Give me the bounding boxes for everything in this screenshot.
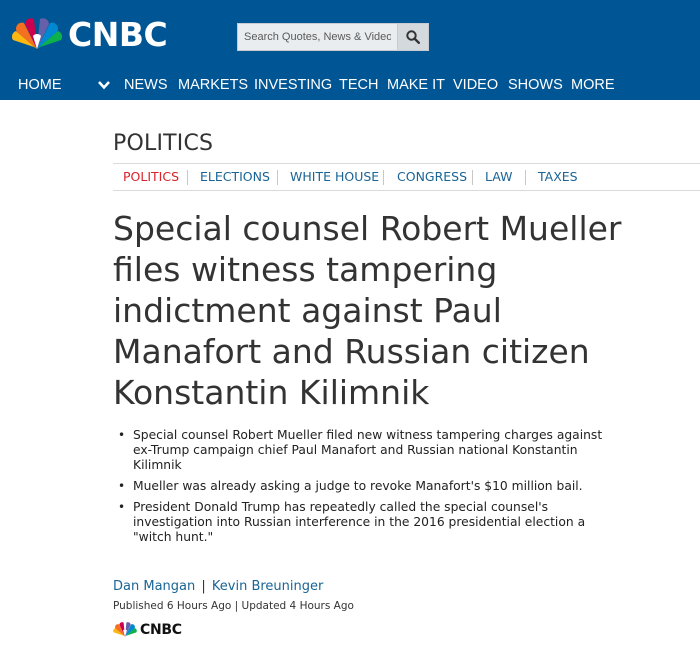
subnav-divider xyxy=(472,170,473,185)
updated-time: Updated 4 Hours Ago xyxy=(241,600,354,612)
key-point-line: President Donald Trump has repeatedly ca… xyxy=(133,500,549,514)
nav-item-news[interactable]: NEWS xyxy=(124,70,168,100)
author-separator: | xyxy=(201,579,206,594)
search-icon xyxy=(406,30,420,44)
nav-item-tech[interactable]: TECH xyxy=(339,70,378,100)
byline: Dan Mangan | Kevin Breuninger xyxy=(113,579,323,594)
nav-item-markets[interactable]: MARKETS xyxy=(178,70,248,100)
site-header: CNBC HOME NEWS MARKETS INVESTING TECH MA… xyxy=(0,0,700,100)
subnav-item-law[interactable]: LAW xyxy=(485,164,512,190)
key-point-item: President Donald Trump has repeatedly ca… xyxy=(113,500,673,545)
brand-name: CNBC xyxy=(68,15,168,54)
nav-item-make-it[interactable]: MAKE IT xyxy=(387,70,445,100)
subnav-item-politics[interactable]: POLITICS xyxy=(123,164,179,190)
publish-dates: Published 6 Hours Ago | Updated 4 Hours … xyxy=(113,600,354,612)
subnav-divider xyxy=(525,170,526,185)
headline-line: Konstantin Kilimnik xyxy=(113,373,430,412)
source-logo-text: CNBC xyxy=(140,622,182,638)
cnbc-logo[interactable]: CNBC xyxy=(12,15,168,54)
subnav-divider xyxy=(187,170,188,185)
headline-line: Manafort and Russian citizen xyxy=(113,332,590,371)
nav-item-more[interactable]: MORE xyxy=(571,70,615,100)
nav-item-video[interactable]: VIDEO xyxy=(453,70,498,100)
key-point-item: Special counsel Robert Mueller filed new… xyxy=(113,428,673,473)
key-point-item: Mueller was already asking a judge to re… xyxy=(113,479,673,494)
nbc-peacock-icon xyxy=(113,622,137,637)
search-input[interactable] xyxy=(237,23,397,51)
key-point-line: "witch hunt." xyxy=(133,530,214,544)
key-point-line: Kilimnik xyxy=(133,458,182,472)
subnav-divider xyxy=(383,170,384,185)
subnav-item-taxes[interactable]: TAXES xyxy=(538,164,578,190)
headline-line: indictment against Paul xyxy=(113,291,502,330)
section-title[interactable]: POLITICS xyxy=(113,131,213,156)
search-button[interactable] xyxy=(397,23,429,51)
headline-line: Special counsel Robert Mueller xyxy=(113,209,622,248)
subnav-divider xyxy=(277,170,278,185)
subnav-item-congress[interactable]: CONGRESS xyxy=(397,164,467,190)
search-box xyxy=(237,23,429,51)
source-logo: CNBC xyxy=(113,622,182,638)
section-subnav: POLITICS ELECTIONS WHITE HOUSE CONGRESS … xyxy=(113,163,700,191)
chevron-down-icon[interactable] xyxy=(97,79,111,91)
subnav-item-elections[interactable]: ELECTIONS xyxy=(200,164,270,190)
key-point-line: investigation into Russian interference … xyxy=(133,515,586,529)
key-point-line: Special counsel Robert Mueller filed new… xyxy=(133,428,603,442)
article-headline: Special counsel Robert Mueller files wit… xyxy=(113,208,673,413)
headline-line: files witness tampering xyxy=(113,250,498,289)
date-separator: | xyxy=(234,600,239,612)
published-time: Published 6 Hours Ago xyxy=(113,600,232,612)
nav-item-home[interactable]: HOME xyxy=(18,70,62,100)
nav-item-shows[interactable]: SHOWS xyxy=(508,70,563,100)
author-link[interactable]: Dan Mangan xyxy=(113,579,195,594)
author-link[interactable]: Kevin Breuninger xyxy=(212,579,323,594)
key-point-line: Mueller was already asking a judge to re… xyxy=(133,479,583,493)
nav-item-investing[interactable]: INVESTING xyxy=(254,70,332,100)
main-nav: HOME NEWS MARKETS INVESTING TECH MAKE IT… xyxy=(0,70,700,100)
key-points-list: Special counsel Robert Mueller filed new… xyxy=(113,428,673,551)
nbc-peacock-icon xyxy=(12,18,62,49)
key-point-line: ex-Trump campaign chief Paul Manafort an… xyxy=(133,443,578,457)
subnav-item-white-house[interactable]: WHITE HOUSE xyxy=(290,164,379,190)
